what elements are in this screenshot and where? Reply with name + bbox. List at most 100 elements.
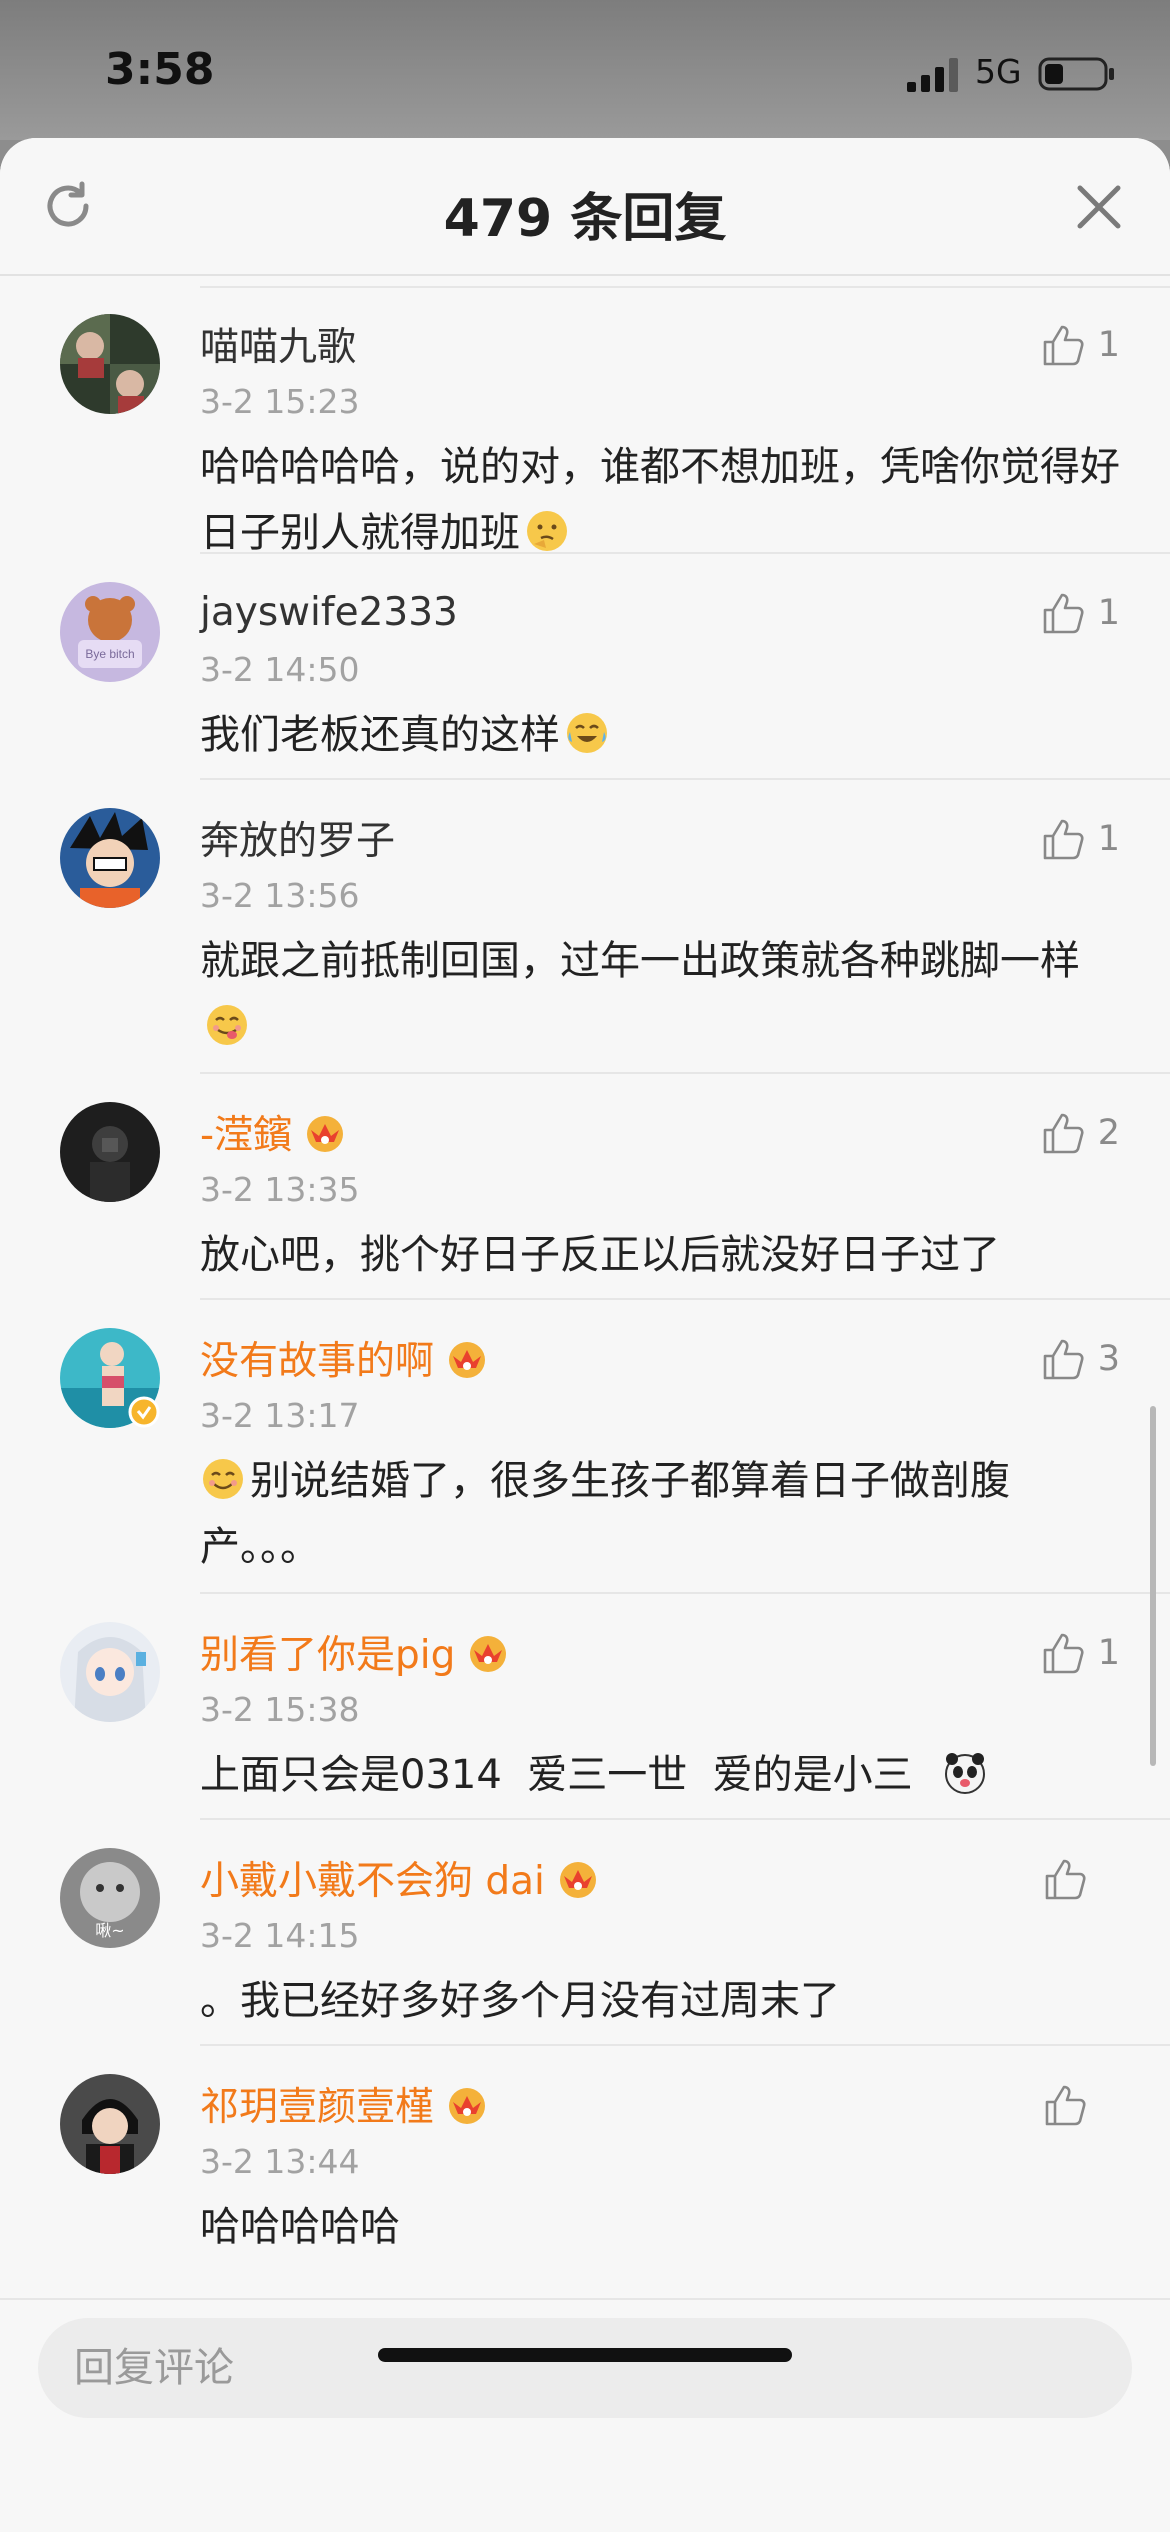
comment-text: 哈哈哈哈哈，说的对，谁都不想加班，凭啥你觉得好日子别人就得加班 xyxy=(200,434,1120,566)
comment-text-body: 放心吧，挑个好日子反正以后就没好日子过了 xyxy=(200,1232,1000,1278)
thinking-emoji-icon xyxy=(527,511,567,551)
comment-item[interactable]: 奔放的罗子 3-2 13:56 就跟之前抵制回国，过年一出政策就各种跳脚一样 1 xyxy=(0,780,1170,1074)
comment-time: 3-2 14:50 xyxy=(200,650,360,689)
avatar[interactable] xyxy=(60,1622,160,1722)
username[interactable]: 喵喵九歌 xyxy=(200,316,356,372)
thumbs-up-icon xyxy=(1043,1339,1084,1380)
comment-text: 我们老板还真的这样 xyxy=(200,702,1120,768)
like-button[interactable]: 1 xyxy=(1040,814,1120,864)
status-bar: 3:58 5G xyxy=(0,0,1170,140)
comment-time: 3-2 15:38 xyxy=(200,1690,360,1729)
comment-text: 别说结婚了，很多生孩子都算着日子做剖腹产。。。 xyxy=(200,1448,1120,1580)
like-count: 2 xyxy=(1097,1113,1120,1153)
comment-time: 3-2 14:15 xyxy=(200,1916,360,1955)
username[interactable]: -滢鑌 xyxy=(200,1104,292,1160)
comment-text: 就跟之前抵制回国，过年一出政策就各种跳脚一样 xyxy=(200,928,1120,1060)
comment-time: 3-2 13:44 xyxy=(200,2142,360,2181)
comment-time: 3-2 15:23 xyxy=(200,382,360,421)
avatar[interactable]: Bye bitch xyxy=(60,582,160,682)
sheet-header: 479 条回复 xyxy=(0,138,1170,276)
reply-bar xyxy=(0,2298,1170,2532)
comment-list: 喵喵九歌 3-2 15:23 哈哈哈哈哈，说的对，谁都不想加班，凭啥你觉得好日子… xyxy=(0,286,1170,2272)
thumbs-up-icon xyxy=(1043,325,1084,366)
close-icon[interactable] xyxy=(1072,180,1126,234)
comment-text-body: 哈哈哈哈哈 xyxy=(200,2204,400,2250)
comment-item[interactable]: -滢鑌 3-2 13:35 放心吧，挑个好日子反正以后就没好日子过了 2 xyxy=(0,1074,1170,1300)
username-row: 喵喵九歌 xyxy=(200,316,356,372)
thumbs-up-icon xyxy=(1045,1859,1086,1900)
comment-item[interactable]: 啾~ 小戴小戴不会狗 dai 3-2 14:15 。我已经好多好多个月没有过周末… xyxy=(0,1820,1170,2046)
vip-crown-icon xyxy=(559,1862,596,1898)
comment-time: 3-2 13:35 xyxy=(200,1170,360,1209)
username[interactable]: 奔放的罗子 xyxy=(200,810,395,866)
comment-text-body: 我们老板还真的这样 xyxy=(200,712,560,758)
username-row: -滢鑌 xyxy=(200,1104,348,1160)
comment-text-body: 上面只会是0314 爱三一世 爱的是小三 xyxy=(200,1752,939,1798)
status-time: 3:58 xyxy=(105,44,215,95)
username-row: 没有故事的啊 xyxy=(200,1330,490,1386)
like-button[interactable] xyxy=(1042,2080,1120,2130)
avatar[interactable] xyxy=(60,314,160,414)
thumbs-up-icon xyxy=(1043,593,1084,634)
like-count: 1 xyxy=(1097,819,1120,859)
username[interactable]: 祁玥壹颜壹槿 xyxy=(200,2076,434,2132)
like-button[interactable]: 2 xyxy=(1040,1108,1120,1158)
comment-text: 。我已经好多好多个月没有过周末了 xyxy=(200,1968,1120,2034)
thumbs-up-icon xyxy=(1043,1633,1084,1674)
username-row: 别看了你是pig xyxy=(200,1624,511,1680)
like-button[interactable] xyxy=(1042,1854,1120,1904)
username[interactable]: 小戴小戴不会狗 dai xyxy=(200,1850,545,1906)
avatar[interactable]: 啾~ xyxy=(60,1848,160,1948)
username-row: 小戴小戴不会狗 dai xyxy=(200,1850,601,1906)
like-button[interactable]: 3 xyxy=(1040,1334,1120,1384)
comment-text-body: 别说结婚了，很多生孩子都算着日子做剖腹产。。。 xyxy=(200,1458,1010,1570)
username[interactable]: jayswife2333 xyxy=(200,590,458,635)
like-count: 1 xyxy=(1097,325,1120,365)
comment-item[interactable]: 喵喵九歌 3-2 15:23 哈哈哈哈哈，说的对，谁都不想加班，凭啥你觉得好日子… xyxy=(0,286,1170,556)
avatar[interactable] xyxy=(60,1102,160,1202)
thumbs-up-icon xyxy=(1043,819,1084,860)
comment-text: 哈哈哈哈哈 xyxy=(200,2194,1120,2260)
comment-item[interactable]: 祁玥壹颜壹槿 3-2 13:44 哈哈哈哈哈 xyxy=(0,2046,1170,2272)
comment-text: 放心吧，挑个好日子反正以后就没好日子过了 xyxy=(200,1222,1120,1288)
smile-emoji-icon xyxy=(203,1459,243,1499)
like-button[interactable]: 1 xyxy=(1040,1628,1120,1678)
laughing-crying-emoji-icon xyxy=(567,713,607,753)
username[interactable]: 没有故事的啊 xyxy=(200,1330,434,1386)
like-count: 1 xyxy=(1097,1633,1120,1673)
like-button[interactable]: 1 xyxy=(1040,588,1120,638)
comment-text-body: 哈哈哈哈哈，说的对，谁都不想加班，凭啥你觉得好日子别人就得加班 xyxy=(200,444,1120,556)
home-indicator[interactable] xyxy=(378,2348,792,2362)
comment-time: 3-2 13:56 xyxy=(200,876,360,915)
comment-item[interactable]: Bye bitch jayswife2333 3-2 14:50 我们老板还真的… xyxy=(0,554,1170,780)
yum-emoji-icon xyxy=(207,1005,247,1045)
svg-text:Bye bitch: Bye bitch xyxy=(85,647,134,661)
panda-emoji-icon xyxy=(945,1753,986,1794)
thumbs-up-icon xyxy=(1045,2085,1086,2126)
like-count: 3 xyxy=(1097,1339,1120,1379)
reply-input[interactable] xyxy=(38,2318,1132,2418)
vip-crown-icon xyxy=(307,1116,344,1152)
battery-icon xyxy=(1038,57,1114,91)
comment-item[interactable]: 别看了你是pig 3-2 15:38 上面只会是0314 爱三一世 爱的是小三 … xyxy=(0,1594,1170,1820)
replies-sheet: 479 条回复 喵喵九歌 3-2 15:23 哈哈哈哈哈，说的对，谁都不想加班，… xyxy=(0,138,1170,2532)
svg-text:啾~: 啾~ xyxy=(95,1921,124,1940)
vip-crown-icon xyxy=(449,1342,486,1378)
scrollbar[interactable] xyxy=(1150,1406,1156,1766)
vip-crown-icon xyxy=(449,2088,486,2124)
comment-text: 上面只会是0314 爱三一世 爱的是小三 xyxy=(200,1742,1120,1808)
avatar[interactable] xyxy=(60,2074,160,2174)
comment-time: 3-2 13:17 xyxy=(200,1396,360,1435)
comment-text-body: 就跟之前抵制回国，过年一出政策就各种跳脚一样 xyxy=(200,938,1080,984)
comment-text-body: 。我已经好多好多个月没有过周末了 xyxy=(200,1978,840,2024)
like-count: 1 xyxy=(1097,593,1120,633)
username-row: jayswife2333 xyxy=(200,584,458,640)
comment-item[interactable]: 没有故事的啊 3-2 13:17 别说结婚了，很多生孩子都算着日子做剖腹产。。。… xyxy=(0,1300,1170,1594)
network-type: 5G xyxy=(975,52,1022,91)
avatar[interactable] xyxy=(60,808,160,908)
page-title: 479 条回复 xyxy=(443,189,727,249)
like-button[interactable]: 1 xyxy=(1040,320,1120,370)
username-row: 祁玥壹颜壹槿 xyxy=(200,2076,490,2132)
signal-icon xyxy=(907,58,958,92)
username[interactable]: 别看了你是pig xyxy=(200,1624,455,1680)
